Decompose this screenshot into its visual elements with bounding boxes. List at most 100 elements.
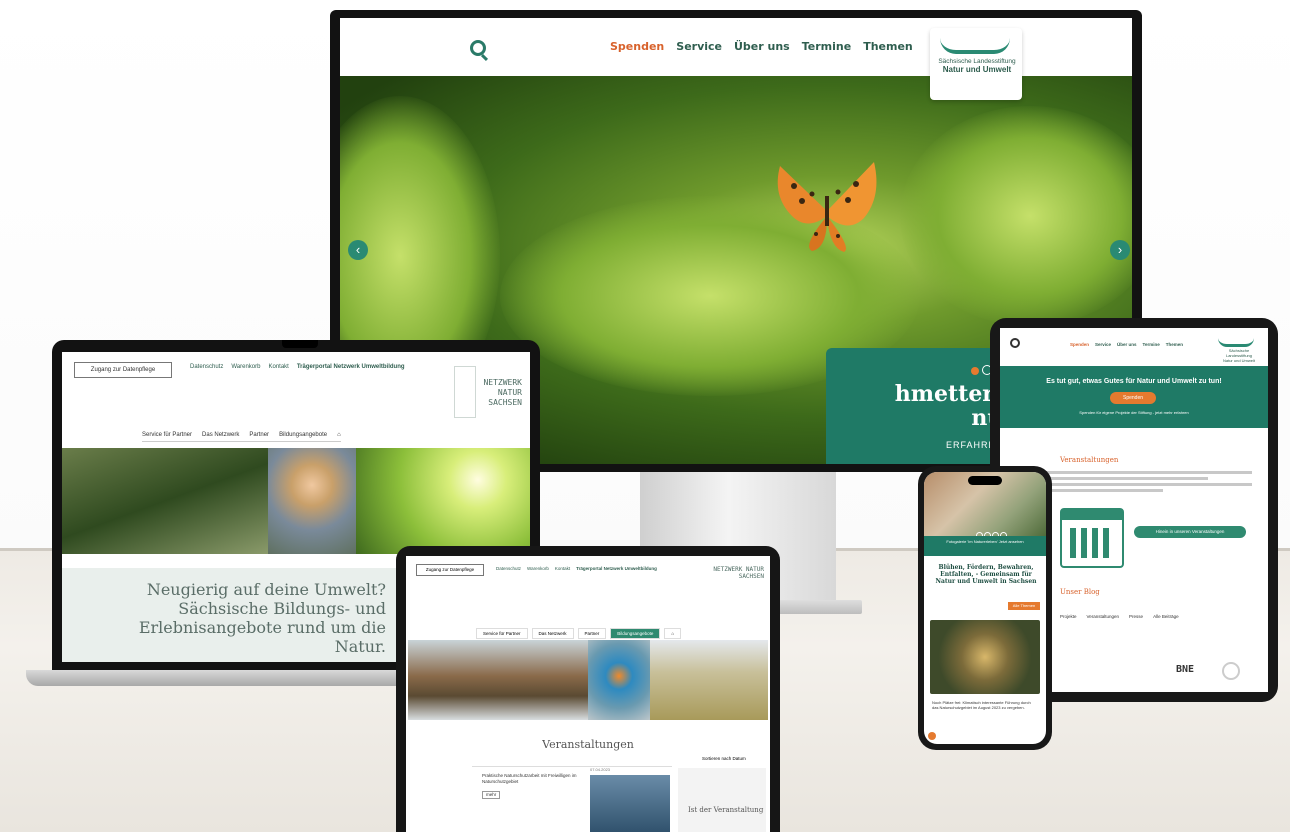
- monitor-nav: Spenden Service Über uns Termine Themen …: [340, 18, 1132, 100]
- access-button[interactable]: Zugang zur Datenpflege: [416, 564, 484, 576]
- top-link[interactable]: Datenschutz: [190, 364, 223, 370]
- more-link[interactable]: mehr: [482, 791, 501, 799]
- home-icon[interactable]: ⌂: [337, 432, 341, 438]
- top-link[interactable]: Trägerportal Netzwerk Umweltbildung: [297, 364, 405, 370]
- rock-formation-image: [408, 640, 588, 720]
- hero-image-strip: [408, 640, 768, 720]
- donation-banner: Es tut gut, etwas Gutes für Natur und Um…: [1000, 366, 1268, 428]
- logo-wave-icon: [940, 38, 1010, 54]
- search-icon[interactable]: [1010, 338, 1020, 348]
- scroll-top-button[interactable]: [928, 732, 936, 740]
- nav-item-ueber-uns[interactable]: Über uns: [734, 40, 790, 53]
- search-icon[interactable]: [470, 40, 486, 56]
- all-topics-button[interactable]: Alle Themen: [1008, 602, 1040, 610]
- fern-decoration: [900, 106, 1132, 326]
- banner-subtext[interactable]: Spenden für eigene Projekte der Stiftung…: [1000, 410, 1268, 415]
- top-link[interactable]: Datenschutz: [496, 566, 521, 571]
- logo-text: Sächsische Landesstiftung Natur und Umwe…: [938, 58, 1016, 74]
- flowers-image: [930, 620, 1040, 694]
- menu-item[interactable]: Das Netzwerk: [531, 628, 574, 639]
- camera-notch: [282, 340, 318, 348]
- child-image: [268, 448, 356, 554]
- nav-item-ueber-uns[interactable]: Über uns: [1117, 342, 1137, 347]
- banner-headline: Es tut gut, etwas Gutes für Natur und Um…: [1046, 378, 1222, 385]
- sidebar-label: Ist der Veranstaltung: [688, 806, 764, 814]
- logo-mark-icon: [454, 366, 476, 418]
- nav-item-termine[interactable]: Termine: [1143, 342, 1160, 347]
- bne-logo: BNE: [1176, 664, 1195, 675]
- site-logo[interactable]: Sächsische Landesstiftung Natur und Umwe…: [1216, 334, 1262, 363]
- nav-item-service[interactable]: Service: [1095, 342, 1111, 347]
- top-links: Datenschutz Warenkorb Kontakt Trägerport…: [496, 566, 657, 571]
- filter-sidebar: Ist der Veranstaltung: [678, 768, 766, 832]
- nav-item-themen[interactable]: Themen: [1166, 342, 1183, 347]
- tablet-nav: Spenden Service Über uns Termine Themen …: [1000, 328, 1268, 368]
- phone-screen: Fotogalerie 'Im Naturerleben' Jetzt anse…: [924, 472, 1046, 744]
- site-logo[interactable]: Sächsische Landesstiftung Natur und Umwe…: [930, 28, 1022, 100]
- slider-next-button[interactable]: ›: [1110, 240, 1130, 260]
- logo-text: Sächsische Landesstiftung Natur und Umwe…: [1222, 348, 1255, 363]
- hero-image-strip: [62, 448, 530, 554]
- blog-tab[interactable]: Alle Beiträge: [1153, 614, 1179, 619]
- tablet-front: Zugang zur Datenpflege Datenschutz Waren…: [396, 546, 780, 832]
- blog-tabs: Projekte Veranstaltungen Presse Alle Bei…: [1060, 614, 1179, 619]
- nav-item-termine[interactable]: Termine: [802, 40, 851, 53]
- tablet-menu: Spenden Service Über uns Termine Themen: [1070, 342, 1183, 347]
- event-date: 07.04.2023: [590, 767, 611, 772]
- events-heading: Veranstaltungen: [1060, 456, 1119, 464]
- main-menu: Service für Partner Das Netzwerk Partner…: [142, 432, 341, 442]
- blog-tab[interactable]: Projekte: [1060, 614, 1077, 619]
- tablet-front-screen: Zugang zur Datenpflege Datenschutz Waren…: [406, 556, 770, 832]
- network-logo[interactable]: NETZWERK NATUR SACHSEN: [450, 364, 522, 420]
- logo-wave-icon: [1218, 338, 1254, 347]
- smartphone: Fotogalerie 'Im Naturerleben' Jetzt anse…: [918, 466, 1052, 750]
- leaves-image: [356, 448, 530, 554]
- top-link[interactable]: Warenkorb: [527, 566, 549, 571]
- top-link[interactable]: Warenkorb: [231, 364, 260, 370]
- access-button[interactable]: Zugang zur Datenpflege: [74, 362, 172, 378]
- nav-item-spenden[interactable]: Spenden: [610, 40, 664, 53]
- blog-heading: Unser Blog: [1060, 588, 1100, 596]
- nav-item-themen[interactable]: Themen: [863, 40, 913, 53]
- mossy-root-image: [62, 448, 268, 554]
- phone-teaser-text[interactable]: Noch Plätze frei: Klimatisch interessant…: [932, 700, 1038, 710]
- slider-dot-active[interactable]: [971, 367, 979, 375]
- meadow-image: [650, 640, 768, 720]
- nav-item-service[interactable]: Service: [676, 40, 722, 53]
- menu-item[interactable]: Partner: [249, 432, 269, 438]
- events-text: [1030, 468, 1252, 495]
- gallery-caption[interactable]: Fotogalerie 'Im Naturerleben' Jetzt anse…: [924, 536, 1046, 556]
- menu-item[interactable]: Das Netzwerk: [202, 432, 239, 438]
- blog-tab[interactable]: Presse: [1129, 614, 1143, 619]
- butterfly-image: [777, 162, 877, 252]
- intro-headline: Neugierig auf deine Umwelt? Sächsische B…: [138, 580, 386, 656]
- calendar-icon: [1060, 508, 1124, 568]
- event-photo: [590, 775, 670, 832]
- main-menu: Service für Partner Das Netzwerk Partner…: [476, 628, 682, 639]
- events-cta-button[interactable]: Hinein in unseren Veranstaltungen: [1134, 526, 1246, 538]
- top-link[interactable]: Trägerportal Netzwerk Umweltbildung: [576, 566, 657, 571]
- menu-item[interactable]: Partner: [577, 628, 607, 639]
- donate-button[interactable]: Spenden: [1110, 392, 1156, 404]
- event-card[interactable]: 07.04.2023 Praktische Naturschutzarbeit …: [472, 766, 672, 832]
- slider-prev-button[interactable]: ‹: [348, 240, 368, 260]
- phone-headline: Blühen, Fördern, Bewahren, Entfalten, - …: [935, 564, 1037, 585]
- events-title: Veranstaltungen: [542, 738, 634, 751]
- blog-tab[interactable]: Veranstaltungen: [1087, 614, 1120, 619]
- top-link[interactable]: Kontakt: [268, 364, 288, 370]
- menu-item[interactable]: Service für Partner: [476, 628, 528, 639]
- nav-item-spenden[interactable]: Spenden: [1070, 342, 1089, 347]
- menu-item[interactable]: Service für Partner: [142, 432, 192, 438]
- bne-circle-icon: [1222, 662, 1240, 680]
- monitor-menu: Spenden Service Über uns Termine Themen: [610, 40, 913, 53]
- top-links: Datenschutz Warenkorb Kontakt Trägerport…: [190, 364, 405, 370]
- menu-item-active[interactable]: Bildungsangebote: [610, 628, 661, 639]
- sort-label[interactable]: Sortieren nach Datum: [702, 756, 746, 761]
- top-link[interactable]: Kontakt: [555, 566, 570, 571]
- event-text: Praktische Naturschutzarbeit mit Freiwil…: [482, 773, 577, 799]
- kingfisher-image: [588, 640, 650, 720]
- home-icon[interactable]: ⌂: [664, 628, 682, 639]
- network-logo[interactable]: NETZWERK NATUR SACHSEN: [712, 566, 764, 610]
- dynamic-island: [968, 476, 1002, 485]
- menu-item[interactable]: Bildungsangebote: [279, 432, 327, 438]
